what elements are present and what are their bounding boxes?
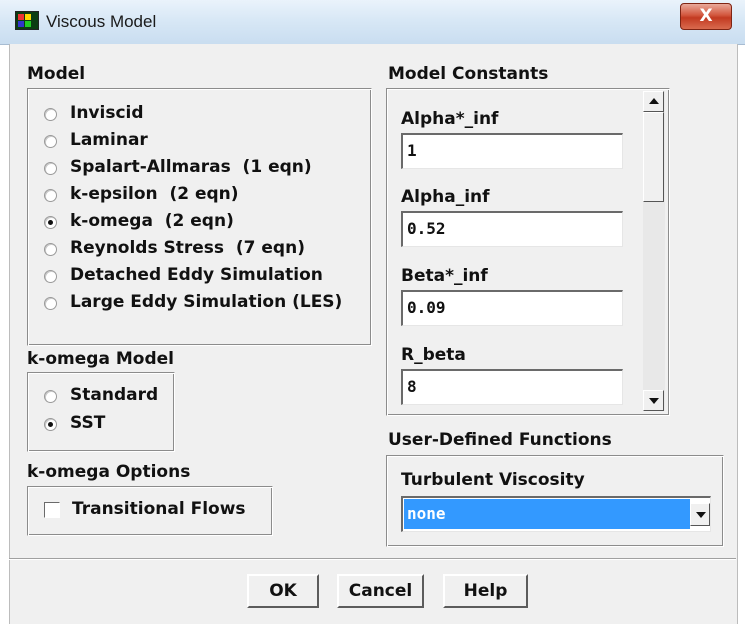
radio-label: Spalart-Allmaras (1 eqn) <box>70 157 312 177</box>
chevron-down-icon <box>696 512 706 518</box>
model-constants-panel: Alpha*_inf 1 Alpha_inf 0.52 Beta*_inf 0.… <box>386 88 670 416</box>
radio-button[interactable] <box>44 216 57 229</box>
scroll-down-button[interactable] <box>643 390 664 411</box>
radio-button[interactable] <box>44 108 57 121</box>
radio-label: Inviscid <box>70 103 144 123</box>
alpha-star-inf-input[interactable]: 1 <box>401 133 623 169</box>
constant-label: Beta*_inf <box>401 266 488 286</box>
model-constants-header: Model Constants <box>388 64 549 84</box>
radio-button[interactable] <box>44 135 57 148</box>
viscous-model-dialog: Viscous Model X Model Inviscid Laminar S… <box>0 0 745 624</box>
model-header: Model <box>27 64 86 84</box>
komega-model-group: Standard SST <box>27 372 175 452</box>
komega-options-group: Transitional Flows <box>27 486 273 536</box>
radio-label: Detached Eddy Simulation <box>70 265 323 285</box>
radio-button[interactable] <box>44 270 57 283</box>
cancel-button[interactable]: Cancel <box>337 574 424 608</box>
radio-button[interactable] <box>44 297 57 310</box>
ok-button[interactable]: OK <box>247 574 319 608</box>
vertical-scrollbar[interactable] <box>643 91 665 411</box>
arrow-down-icon <box>649 398 659 404</box>
radio-selected-dot <box>48 422 53 427</box>
constant-label: R_beta <box>401 345 466 365</box>
select-value: none <box>404 499 690 529</box>
komega-model-header: k-omega Model <box>27 349 174 369</box>
scrollbar-thumb[interactable] <box>643 112 664 202</box>
close-button[interactable]: X <box>680 3 732 30</box>
radio-label: Standard <box>70 385 159 405</box>
radio-label: k-epsilon (2 eqn) <box>70 184 239 204</box>
komega-options-header: k-omega Options <box>27 462 191 482</box>
radio-label: Reynolds Stress (7 eqn) <box>70 238 305 258</box>
window-title: Viscous Model <box>46 12 157 31</box>
constant-label: Alpha_inf <box>401 187 490 207</box>
udf-header: User-Defined Functions <box>388 430 612 450</box>
radio-label: SST <box>70 413 106 433</box>
beta-star-inf-input[interactable]: 0.09 <box>401 290 623 326</box>
radio-label: Laminar <box>70 130 148 150</box>
transitional-flows-checkbox[interactable] <box>44 502 60 518</box>
app-icon <box>15 11 39 30</box>
scroll-up-button[interactable] <box>643 91 664 112</box>
r-beta-input[interactable]: 8 <box>401 369 623 405</box>
udf-group: Turbulent Viscosity none <box>386 455 724 547</box>
radio-label: k-omega (2 eqn) <box>70 211 234 231</box>
title-bar[interactable]: Viscous Model X <box>0 0 745 45</box>
help-button[interactable]: Help <box>443 574 528 608</box>
transitional-flows-label: Transitional Flows <box>72 499 246 519</box>
turbulent-viscosity-select[interactable]: none <box>401 496 711 532</box>
radio-button[interactable] <box>44 189 57 202</box>
close-icon: X <box>699 6 713 26</box>
separator <box>9 558 736 560</box>
radio-button[interactable] <box>44 243 57 256</box>
alpha-inf-input[interactable]: 0.52 <box>401 211 623 247</box>
turbulent-viscosity-label: Turbulent Viscosity <box>401 470 585 490</box>
constant-label: Alpha*_inf <box>401 109 499 129</box>
radio-button[interactable] <box>44 162 57 175</box>
arrow-up-icon <box>649 98 659 104</box>
dropdown-button[interactable] <box>690 503 710 526</box>
radio-label: Large Eddy Simulation (LES) <box>70 292 343 312</box>
radio-button[interactable] <box>44 390 57 403</box>
radio-selected-dot <box>48 220 53 225</box>
model-group: Inviscid Laminar Spalart-Allmaras (1 eqn… <box>27 88 372 346</box>
radio-button[interactable] <box>44 418 57 431</box>
